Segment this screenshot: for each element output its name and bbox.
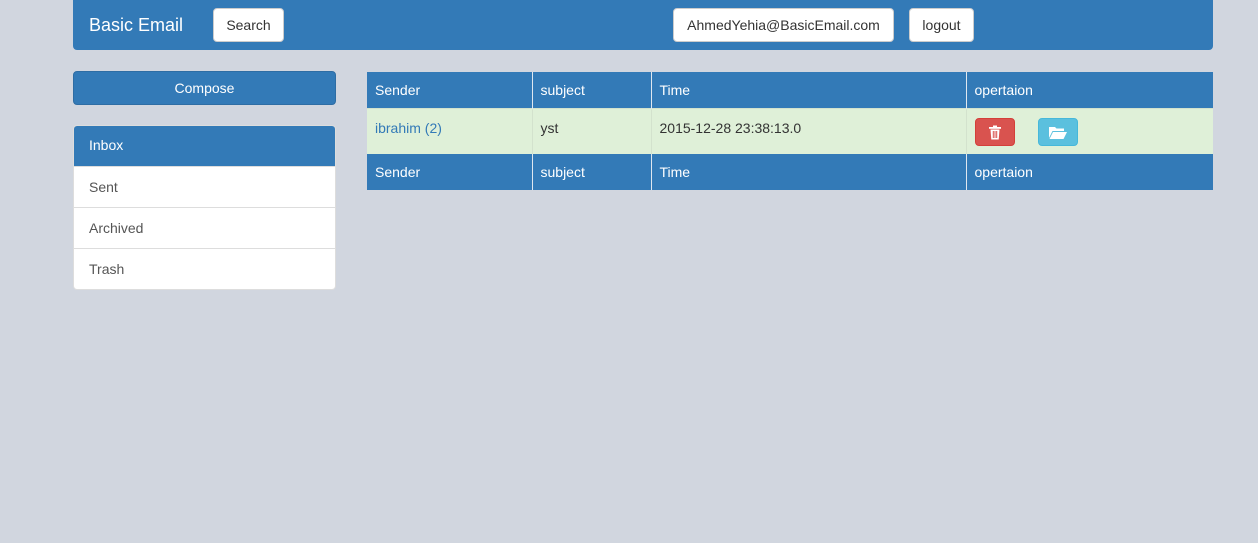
trash-icon [988,125,1001,139]
cell-time: 2015-12-28 23:38:13.0 [650,107,966,154]
folder-open-icon [1049,126,1068,139]
open-button[interactable] [1038,117,1079,146]
delete-button[interactable] [974,117,1015,146]
cell-operation [965,107,1213,154]
cell-sender: ibrahim (2) [367,107,532,154]
column-header-time: Time [650,72,966,108]
search-button[interactable]: Search [213,8,284,42]
folder-item-archived[interactable]: Archived [74,207,335,248]
table-footer-row: Sender subject Time opertaion [367,154,1213,190]
email-table: Sender subject Time opertaion ibrahim (2… [367,72,1213,190]
top-navbar: Basic Email Search AhmedYehia@BasicEmail… [73,0,1213,50]
column-header-operation: opertaion [965,72,1213,108]
column-header-subject: subject [531,72,651,108]
logout-button[interactable]: logout [909,8,974,42]
folder-list: Inbox Sent Archived Trash [73,125,336,290]
brand-title[interactable]: Basic Email [89,14,183,36]
cell-subject: yst [531,107,651,154]
column-footer-subject: subject [531,154,651,190]
column-footer-time: Time [650,154,966,190]
sender-link[interactable]: ibrahim (2) [375,120,442,136]
user-email-button[interactable]: AhmedYehia@BasicEmail.com [673,8,894,42]
table-header-row: Sender subject Time opertaion [367,72,1213,108]
folder-item-trash[interactable]: Trash [74,248,335,289]
column-footer-operation: opertaion [965,154,1213,190]
column-header-sender: Sender [367,72,532,108]
table-row[interactable]: ibrahim (2) yst 2015-12-28 23:38:13.0 [367,107,1213,154]
folder-item-inbox[interactable]: Inbox [74,126,335,166]
column-footer-sender: Sender [367,154,532,190]
compose-button[interactable]: Compose [73,71,336,105]
folder-item-sent[interactable]: Sent [74,166,335,207]
